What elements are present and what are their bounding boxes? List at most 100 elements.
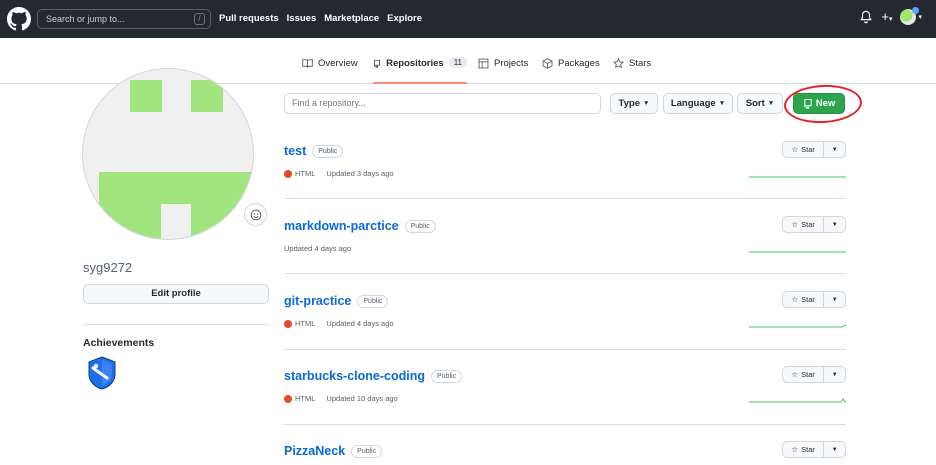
tab-label: Repositories: [386, 58, 444, 69]
repo-name-link[interactable]: starbucks-clone-coding: [284, 369, 425, 383]
repo-name-link[interactable]: git-practice: [284, 294, 351, 308]
table-icon: [478, 58, 489, 69]
type-filter-button[interactable]: Type ▼: [610, 93, 658, 114]
repo-title-row: git-practice Public: [284, 294, 389, 308]
divider: [284, 424, 846, 425]
star-icon: [613, 58, 624, 69]
sort-label: Sort: [745, 98, 765, 109]
star-label: Star: [801, 220, 815, 229]
divider: [284, 198, 846, 199]
tab-label: Projects: [494, 58, 529, 69]
star-list-dropdown[interactable]: ▼: [824, 292, 845, 307]
avatar-pixel: [191, 80, 223, 112]
repo-count-badge: 11: [448, 57, 467, 68]
github-logo-icon[interactable]: [7, 7, 31, 31]
create-new-menu[interactable]: +▾: [881, 9, 892, 25]
user-menu[interactable]: ▾: [900, 7, 922, 25]
tab-projects[interactable]: Projects: [478, 58, 528, 84]
language-filter-button[interactable]: Language ▼: [663, 93, 733, 114]
avatar: [900, 7, 920, 25]
edit-profile-button[interactable]: Edit profile: [83, 284, 269, 304]
profile-avatar[interactable]: [82, 68, 254, 240]
activity-sparkline: [749, 251, 846, 253]
sort-button[interactable]: Sort ▼: [737, 93, 783, 114]
star-button-group: ☆ Star ▼: [782, 216, 846, 233]
caret-down-icon: ▾: [918, 14, 922, 21]
nav-marketplace[interactable]: Marketplace: [324, 13, 379, 24]
star-icon: ☆: [791, 370, 799, 379]
global-header: Search or jump to... / Pull requests Iss…: [0, 0, 936, 38]
achievements-heading: Achievements: [83, 337, 155, 349]
caret-down-icon: ▼: [643, 100, 650, 107]
search-input[interactable]: Search or jump to... /: [37, 9, 211, 29]
repo-title-row: PizzaNeck Public: [284, 444, 383, 458]
visibility-badge: Public: [431, 369, 463, 383]
nav-explore[interactable]: Explore: [387, 13, 422, 24]
find-repository-input[interactable]: Find a repository...: [284, 93, 601, 114]
star-button[interactable]: ☆ Star: [783, 217, 825, 232]
visibility-badge: Public: [351, 444, 383, 458]
caret-down-icon: ▼: [718, 100, 726, 107]
star-button[interactable]: ☆ Star: [783, 292, 825, 307]
avatar-pixel: [99, 172, 253, 204]
achievement-badge-icon[interactable]: [87, 356, 117, 390]
package-icon: [542, 58, 553, 69]
language-color-dot: [284, 394, 292, 403]
caret-down-icon: ▾: [888, 16, 893, 23]
repo-name-link[interactable]: markdown-parctice: [284, 219, 399, 233]
repo-title-row: test Public: [284, 144, 344, 158]
avatar-pixel: [191, 203, 253, 239]
avatar-pixel: [99, 203, 161, 239]
star-label: Star: [801, 145, 815, 154]
repo-meta: HTML Updated 4 days ago: [284, 319, 394, 328]
visibility-badge: Public: [404, 219, 436, 233]
header-actions: +▾ ▾: [859, 7, 922, 25]
star-list-dropdown[interactable]: ▼: [824, 442, 845, 457]
tab-packages[interactable]: Packages: [542, 58, 600, 84]
repo-meta: Updated 4 days ago: [284, 244, 351, 253]
language-color-dot: [284, 319, 292, 328]
repo-updated: Updated 3 days ago: [326, 169, 394, 178]
star-button[interactable]: ☆ Star: [783, 142, 825, 157]
repo-language: HTML: [295, 169, 316, 178]
nav-issues[interactable]: Issues: [287, 13, 317, 24]
star-button-group: ☆ Star ▼: [782, 141, 846, 158]
repo-name-link[interactable]: PizzaNeck: [284, 444, 345, 458]
activity-sparkline: [749, 398, 846, 403]
avatar-pixel: [130, 80, 162, 112]
repo-updated: Updated 4 days ago: [284, 244, 352, 253]
tab-repositories[interactable]: Repositories 11: [373, 57, 467, 84]
caret-down-icon: ▼: [767, 100, 775, 107]
set-status-button[interactable]: [244, 203, 267, 226]
visibility-badge: Public: [312, 144, 344, 158]
star-button-group: ☆ Star ▼: [782, 441, 846, 458]
tab-label: Overview: [318, 58, 358, 69]
language-filter-label: Language: [670, 98, 716, 109]
star-list-dropdown[interactable]: ▼: [824, 217, 845, 232]
tab-overview[interactable]: Overview: [302, 58, 358, 84]
tab-stars[interactable]: Stars: [613, 58, 651, 84]
visibility-badge: Public: [357, 294, 389, 308]
tab-label: Stars: [629, 58, 652, 69]
star-label: Star: [801, 445, 815, 454]
star-button-group: ☆ Star ▼: [782, 291, 846, 308]
star-icon: ☆: [791, 445, 799, 454]
divider: [284, 273, 846, 274]
repo-language: HTML: [295, 319, 316, 328]
language-color-dot: [284, 169, 292, 178]
nav-pull-requests[interactable]: Pull requests: [219, 13, 279, 24]
plus-icon: +: [881, 9, 889, 24]
star-list-dropdown[interactable]: ▼: [824, 142, 845, 157]
tab-label: Packages: [558, 58, 600, 69]
star-list-dropdown[interactable]: ▼: [824, 367, 845, 382]
book-icon: [302, 59, 313, 68]
star-label: Star: [801, 295, 815, 304]
repo-title-row: starbucks-clone-coding Public: [284, 369, 463, 383]
repo-meta: HTML Updated 3 days ago: [284, 169, 394, 178]
profile-username: syg9272: [83, 260, 133, 275]
repo-name-link[interactable]: test: [284, 144, 306, 158]
star-icon: ☆: [791, 145, 799, 154]
bell-icon[interactable]: [859, 9, 873, 25]
star-button[interactable]: ☆ Star: [783, 367, 825, 382]
star-button[interactable]: ☆ Star: [783, 442, 825, 457]
